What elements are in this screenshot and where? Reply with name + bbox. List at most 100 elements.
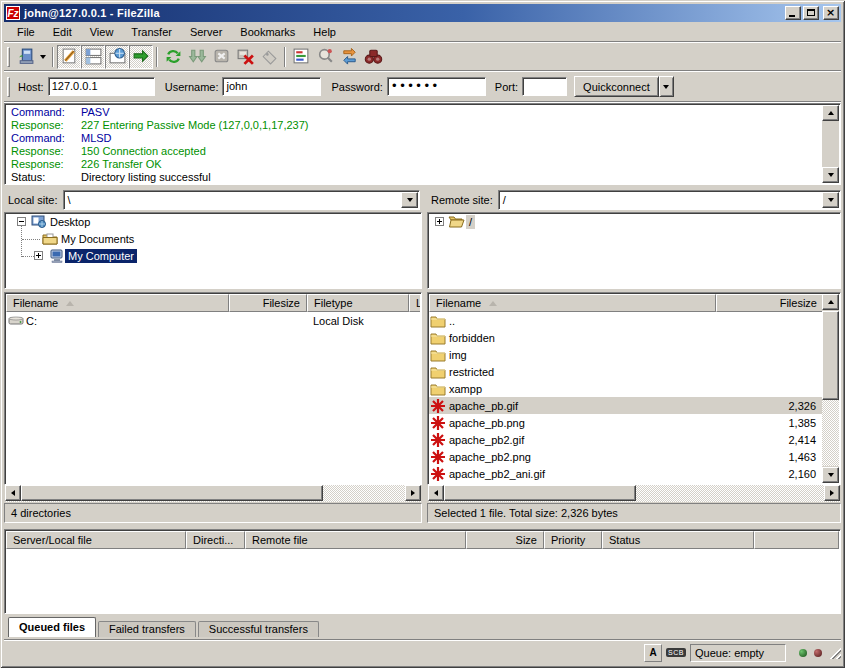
column-header-server-local-file[interactable]: Server/Local file [6,531,186,549]
file-row[interactable]: .. [429,312,822,329]
image-file-icon [430,449,446,465]
filter-button[interactable] [289,45,313,69]
scroll-left-button[interactable] [428,485,444,501]
scroll-down-button[interactable] [822,167,839,183]
folder-icon [430,313,446,329]
quickbar-grip[interactable] [7,77,10,97]
local-site-combo[interactable]: \ [63,190,420,210]
column-header-remote-file[interactable]: Remote file [245,531,466,549]
tree-label[interactable]: My Computer [65,249,137,263]
remote-hscrollbar[interactable] [428,485,840,502]
quickconnect-button[interactable]: Quickconnect [574,76,659,97]
disconnect-button[interactable] [233,45,257,69]
scroll-right-button[interactable] [824,485,840,501]
menu-view[interactable]: View [81,24,123,40]
toggle-local-tree-button[interactable] [81,45,105,69]
column-header-modified[interactable]: L [409,294,420,312]
column-header-priority[interactable]: Priority [544,531,602,549]
combo-dropdown-icon[interactable] [401,192,418,208]
scroll-thumb[interactable] [822,311,839,400]
tree-item-desktop[interactable]: Desktop [5,213,421,230]
scroll-up-button[interactable] [822,294,839,310]
column-header-direction[interactable]: Directi... [186,531,245,549]
tree-item-root[interactable]: / [428,213,840,230]
scroll-right-button[interactable] [405,485,421,501]
site-manager-dropdown[interactable] [37,46,49,68]
file-row[interactable]: apache_pb2.gif 2,414 [429,431,822,448]
file-row[interactable]: forbidden [429,329,822,346]
column-header-size[interactable]: Size [466,531,544,549]
find-files-button[interactable] [361,45,385,69]
my-computer-icon [49,248,65,264]
column-header-filename[interactable]: Filename [429,294,716,312]
file-row[interactable]: img [429,346,822,363]
file-row-c-drive[interactable]: C: Local Disk [6,312,420,329]
file-row[interactable]: apache_pb2.png 1,463 [429,448,822,465]
menu-edit[interactable]: Edit [44,24,81,40]
remote-site-combo[interactable]: / [498,190,841,210]
local-hscrollbar[interactable] [5,485,421,502]
tab-queued-files[interactable]: Queued files [8,617,96,637]
file-row[interactable]: apache_pb.png 1,385 [429,414,822,431]
speed-limit-icon[interactable]: SCB [666,648,686,657]
transfer-type-icon[interactable]: A [644,644,662,662]
process-queue-button[interactable] [185,45,209,69]
port-input[interactable] [522,77,567,96]
column-header-filesize[interactable]: Filesize [716,294,822,312]
tree-label[interactable]: / [466,215,475,229]
separator [52,47,54,67]
menu-transfer[interactable]: Transfer [122,24,181,40]
tree-item-my-documents[interactable]: My Documents [5,230,421,247]
username-input[interactable]: john [222,77,321,96]
scroll-down-button[interactable] [822,467,839,483]
column-header-filename[interactable]: Filename [6,294,229,312]
tree-label[interactable]: Desktop [47,215,93,229]
menu-bookmarks[interactable]: Bookmarks [231,24,304,40]
quickconnect-dropdown[interactable] [659,76,674,97]
close-button[interactable]: × [823,6,839,20]
compare-button[interactable] [313,45,337,69]
toolbar-grip[interactable] [7,47,10,67]
resize-grip[interactable] [828,646,841,659]
scroll-up-button[interactable] [822,105,839,121]
column-header-filetype[interactable]: Filetype [307,294,409,312]
scroll-left-button[interactable] [5,485,21,501]
file-row[interactable]: apache_pb2_ani.gif 2,160 [429,465,822,482]
file-row[interactable]: restricted [429,363,822,380]
host-input[interactable]: 127.0.0.1 [48,77,155,96]
tab-failed-transfers[interactable]: Failed transfers [98,621,196,637]
cancel-button[interactable] [209,45,233,69]
sync-browsing-button[interactable] [337,45,361,69]
file-row[interactable]: xampp [429,380,822,397]
log-view-icon [60,47,79,66]
remote-site-bar: Remote site: / [431,190,841,210]
scroll-thumb[interactable] [21,485,323,501]
menu-help[interactable]: Help [304,24,345,40]
toggle-queue-button[interactable] [129,45,153,69]
maximize-button[interactable] [803,6,819,20]
reconnect-button[interactable] [257,45,281,69]
toggle-log-button[interactable] [57,45,81,69]
file-row-selected[interactable]: apache_pb.gif 2,326 [429,397,822,414]
menu-server[interactable]: Server [181,24,231,40]
expand-icon[interactable] [435,217,444,226]
menu-file[interactable]: File [8,24,44,40]
expand-icon[interactable] [34,251,43,260]
collapse-icon[interactable] [17,217,26,226]
column-header-status[interactable]: Status [602,531,754,549]
scroll-thumb[interactable] [444,485,636,501]
site-manager-button[interactable] [13,45,37,69]
toggle-remote-tree-button[interactable] [105,45,129,69]
combo-dropdown-icon[interactable] [822,192,839,208]
log-scrollbar[interactable] [822,105,839,183]
refresh-button[interactable] [161,45,185,69]
tree-item-my-computer[interactable]: My Computer [5,247,421,264]
column-header-filesize[interactable]: Filesize [229,294,307,312]
minimize-button[interactable] [785,6,801,20]
process-queue-icon [188,47,207,66]
remote-vscrollbar[interactable] [822,294,839,483]
tab-successful-transfers[interactable]: Successful transfers [198,621,319,637]
scroll-track[interactable] [822,400,839,466]
tree-label[interactable]: My Documents [58,232,137,246]
password-input[interactable]: •••••• [387,77,486,96]
